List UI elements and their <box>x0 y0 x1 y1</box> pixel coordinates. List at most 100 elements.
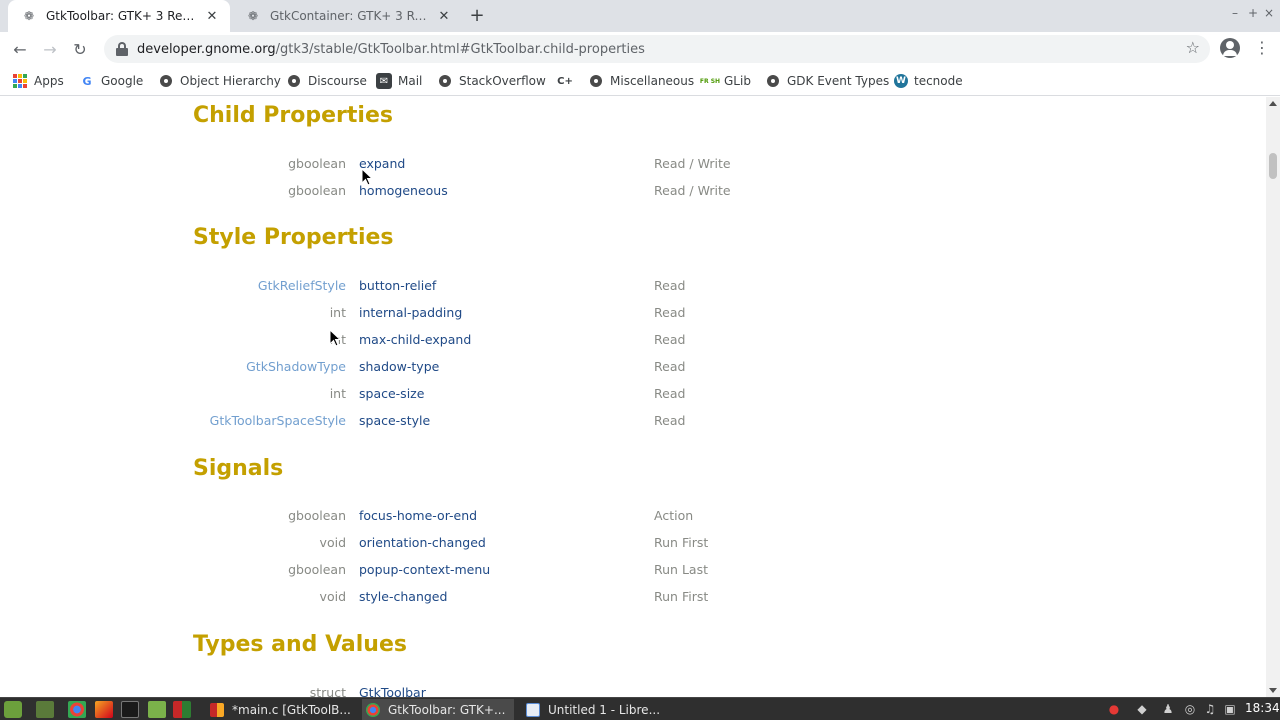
property-flags: Read / Write <box>654 183 731 198</box>
back-button[interactable]: ← <box>8 37 32 61</box>
bookmark-gdk-event-types[interactable]: GDK Event Types <box>765 72 889 90</box>
signal-flags: Run Last <box>654 562 708 577</box>
files-icon[interactable] <box>148 701 166 718</box>
task-libreoffice[interactable]: Untitled 1 - Libre... <box>522 699 670 720</box>
property-name-link[interactable]: max-child-expand <box>359 332 471 347</box>
maximize-button[interactable]: + <box>1248 6 1258 20</box>
bookmark-apps[interactable]: Apps <box>12 72 64 90</box>
page-content: Child Properties gboolean expand Read / … <box>0 97 1266 697</box>
show-desktop-icon[interactable] <box>36 701 54 718</box>
gnome-foot-icon: ❁ <box>23 9 35 23</box>
window-close-button[interactable]: × <box>1264 6 1274 20</box>
cpp-icon: C+ <box>557 75 573 87</box>
bookmark-object-hierarchy[interactable]: Object Hierarchy <box>158 72 281 90</box>
signal-name-link[interactable]: focus-home-or-end <box>359 508 477 523</box>
tab-gtktoolbar[interactable]: ❁ GtkToolbar: GTK+ 3 Reference ✕ <box>8 0 230 32</box>
bookmark-cpp[interactable]: C+ <box>557 72 579 90</box>
terminal-icon[interactable] <box>121 701 139 718</box>
type-name-link[interactable]: GtkToolbar <box>359 685 426 697</box>
close-icon[interactable]: ✕ <box>204 9 220 24</box>
table-row: GtkShadowType shadow-type Read <box>0 359 1000 379</box>
scroll-down-icon[interactable] <box>1269 688 1277 693</box>
scroll-up-icon[interactable] <box>1269 101 1277 106</box>
table-row: void style-changed Run First <box>0 589 1000 609</box>
bookmark-glib[interactable]: FR SH GLib <box>699 72 751 90</box>
property-type: int <box>329 305 346 320</box>
user-icon[interactable]: ♟ <box>1160 701 1176 717</box>
battery-icon[interactable]: ▣ <box>1222 701 1238 717</box>
signal-name-link[interactable]: orientation-changed <box>359 535 486 550</box>
task-main-c[interactable]: *main.c [GtkToolB... <box>206 699 354 720</box>
property-type-link[interactable]: GtkToolbarSpaceStyle <box>210 413 346 428</box>
signal-flags: Run First <box>654 589 709 604</box>
bookmark-label: Object Hierarchy <box>180 74 281 88</box>
bookmark-tecnode[interactable]: W tecnode <box>894 72 963 90</box>
signal-return-type: gboolean <box>288 562 346 577</box>
new-tab-button[interactable]: + <box>466 4 488 28</box>
property-flags: Read <box>654 359 686 374</box>
minimize-button[interactable]: – <box>1232 6 1238 20</box>
volume-icon[interactable]: ♫ <box>1202 701 1218 717</box>
bookmark-discourse[interactable]: Discourse <box>286 72 367 90</box>
bookmark-miscellaneous[interactable]: Miscellaneous <box>588 72 694 90</box>
property-type-link[interactable]: GtkReliefStyle <box>258 278 346 293</box>
property-name-link[interactable]: space-size <box>359 386 424 401</box>
forward-button[interactable]: → <box>38 37 62 61</box>
property-flags: Read / Write <box>654 156 731 171</box>
task-label: *main.c [GtkToolB... <box>232 702 351 717</box>
bookmark-label: StackOverflow <box>459 74 546 88</box>
google-icon: G <box>82 74 92 88</box>
signal-flags: Action <box>654 508 694 523</box>
table-row: gboolean popup-context-menu Run Last <box>0 562 1000 582</box>
table-row: struct GtkToolbar <box>0 685 1000 697</box>
bookmark-label: GDK Event Types <box>787 74 890 88</box>
close-icon[interactable]: ✕ <box>436 9 452 24</box>
bookmark-label: Miscellaneous <box>610 74 695 88</box>
mint-menu-icon[interactable] <box>4 701 22 718</box>
app-launcher-icon[interactable] <box>95 701 113 718</box>
bookmark-stackoverflow[interactable]: StackOverflow <box>437 72 546 90</box>
property-type-link[interactable]: GtkShadowType <box>246 359 346 374</box>
tab-gtkcontainer[interactable]: ❁ GtkContainer: GTK+ 3 Reference ✕ <box>232 0 462 32</box>
table-row: void orientation-changed Run First <box>0 535 1000 555</box>
tab-title: GtkToolbar: GTK+ 3 Reference <box>46 9 198 23</box>
signal-name-link[interactable]: popup-context-menu <box>359 562 490 577</box>
heading-style-properties: Style Properties <box>193 225 394 250</box>
property-name-link[interactable]: space-style <box>359 413 430 428</box>
table-row: gboolean focus-home-or-end Action <box>0 508 1000 528</box>
editor-icon <box>210 702 224 717</box>
browser-menu-icon[interactable]: ⋮ <box>1254 40 1270 56</box>
wifi-icon[interactable]: ◎ <box>1182 701 1198 717</box>
address-bar[interactable]: developer.gnome.org/gtk3/stable/GtkToolb… <box>104 35 1210 63</box>
table-row: gboolean homogeneous Read / Write <box>0 183 1000 203</box>
account-avatar-icon[interactable] <box>1220 38 1240 58</box>
task-chrome[interactable]: GtkToolbar: GTK+... <box>362 699 514 720</box>
table-row: GtkReliefStyle button-relief Read <box>0 278 1000 298</box>
chrome-launcher-icon[interactable] <box>68 701 86 718</box>
vertical-scrollbar[interactable] <box>1266 97 1280 697</box>
table-row: int internal-padding Read <box>0 305 1000 325</box>
arrow-left-icon: ← <box>13 39 27 59</box>
property-name-link[interactable]: button-relief <box>359 278 436 293</box>
bookmark-label: GLib <box>724 74 751 88</box>
record-icon[interactable]: ● <box>1106 701 1122 717</box>
scrollbar-thumb[interactable] <box>1269 153 1277 179</box>
gtk-icon <box>765 73 781 89</box>
reload-icon: ↻ <box>73 39 87 59</box>
property-name-link[interactable]: shadow-type <box>359 359 439 374</box>
shield-icon[interactable]: ◆ <box>1134 701 1150 717</box>
fresh-icon: FR SH <box>699 77 721 85</box>
gtk-icon <box>437 73 453 89</box>
property-name-link[interactable]: internal-padding <box>359 305 462 320</box>
bookmark-mail[interactable]: ✉ Mail <box>376 72 422 90</box>
gtk-icon <box>158 73 174 89</box>
signal-return-type: gboolean <box>288 508 346 523</box>
bookmark-google[interactable]: G Google <box>79 72 143 90</box>
app-launcher-icon[interactable] <box>173 701 191 718</box>
bookmark-star-icon[interactable]: ☆ <box>1186 38 1200 57</box>
bookmark-label: Discourse <box>308 74 367 88</box>
signal-name-link[interactable]: style-changed <box>359 589 447 604</box>
gtk-icon <box>588 73 604 89</box>
table-row: GtkToolbarSpaceStyle space-style Read <box>0 413 1000 433</box>
reload-button[interactable]: ↻ <box>68 37 92 61</box>
